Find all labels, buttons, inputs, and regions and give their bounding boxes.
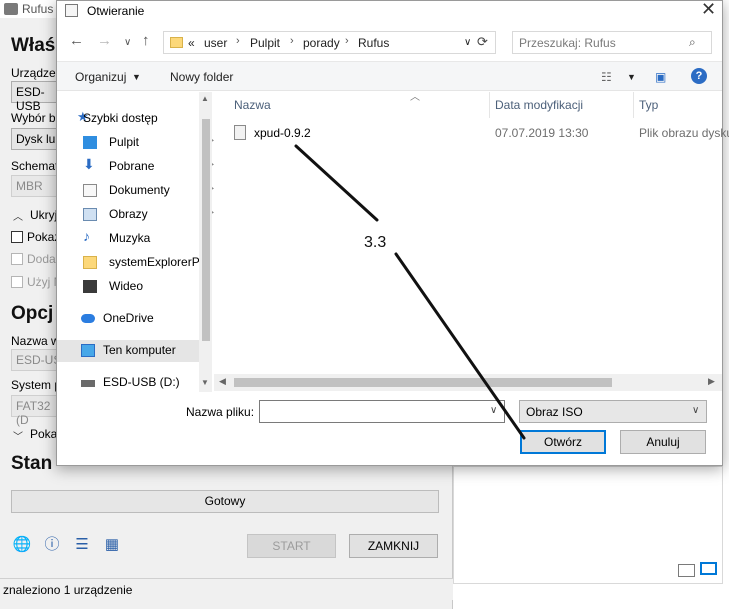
annotation-label: 3.3 xyxy=(364,234,387,251)
annotation-arrow xyxy=(294,144,526,440)
